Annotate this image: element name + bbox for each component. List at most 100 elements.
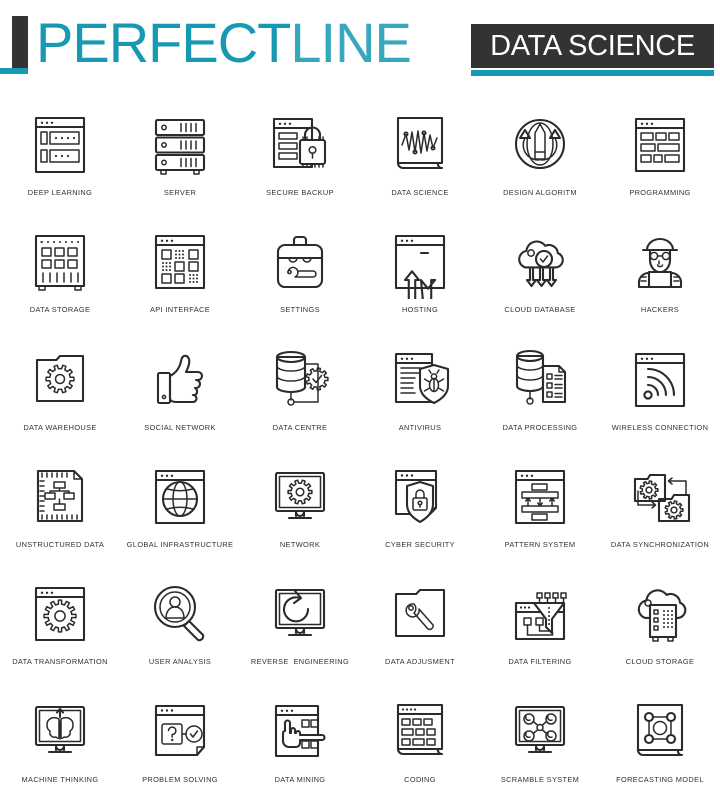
icon-label: DATA SYNCHRONIZATION	[610, 540, 710, 549]
browser-blocks-icon[interactable]	[623, 108, 697, 182]
browser-pattern-arrows-icon[interactable]	[503, 460, 577, 534]
icon-label: DATA CENTRE	[272, 422, 328, 432]
waveform-chart-icon[interactable]	[383, 108, 457, 182]
icon-cell[interactable]: DATA WAREHOUSE	[0, 331, 120, 448]
icon-cell[interactable]: PROGRAMMING	[600, 96, 720, 213]
monitor-brain-icon[interactable]	[23, 695, 97, 769]
icon-cell[interactable]: CODING	[360, 683, 480, 800]
icon-cell[interactable]: WIRELESS CONNECTION	[600, 331, 720, 448]
toolbox-wrench-icon[interactable]	[263, 225, 337, 299]
icon-label: DATA TRANSFORMATION	[12, 657, 108, 667]
document-shield-bug-icon[interactable]	[383, 343, 457, 417]
icon-label: SOCIAL NETWORK	[144, 422, 216, 432]
document-padlock-icon[interactable]	[263, 108, 337, 182]
brand-secondary: LINE	[290, 11, 411, 74]
thumbs-up-icon[interactable]	[143, 343, 217, 417]
page-header: PERFECTLINE DATA SCIENCE	[0, 0, 720, 92]
cloud-server-icon[interactable]	[623, 577, 697, 651]
icon-label: USER ANALYSIS	[148, 657, 212, 667]
icon-cell[interactable]: HOSTING	[360, 213, 480, 330]
cloud-check-download-icon[interactable]	[503, 225, 577, 299]
browser-hand-icon[interactable]	[263, 695, 337, 769]
monitor-gear-icon[interactable]	[263, 460, 337, 534]
icon-cell[interactable]: DATA TRANSFORMATION	[0, 565, 120, 682]
icon-cell[interactable]: SCRAMBLE SYSTEM	[480, 683, 600, 800]
browser-list-icon[interactable]	[23, 108, 97, 182]
monitor-refresh-icon[interactable]	[263, 577, 337, 651]
document-code-blocks-icon[interactable]	[383, 695, 457, 769]
icon-label: DATA MINING	[274, 774, 326, 784]
icon-label: MACHINE THINKING	[21, 774, 99, 784]
browser-question-check-icon[interactable]	[143, 695, 217, 769]
icon-cell[interactable]: SETTINGS	[240, 213, 360, 330]
icon-cell[interactable]: SERVER	[120, 96, 240, 213]
icon-cell[interactable]: UNSTRUCTURED DATA	[0, 448, 120, 565]
icon-label: ANTIVIRUS	[398, 422, 442, 432]
document-flowchart-icon[interactable]	[23, 460, 97, 534]
folder-wrench-icon[interactable]	[383, 577, 457, 651]
browser-up-down-arrows-icon[interactable]	[383, 225, 457, 300]
icon-label: CYBER SECURITY	[385, 540, 455, 549]
icon-label: DATA SCIENCE	[391, 188, 449, 197]
icon-label: PATTERN SYSTEM	[504, 540, 576, 549]
icon-cell[interactable]: SECURE BACKUP	[240, 96, 360, 213]
magnifier-user-icon[interactable]	[143, 577, 217, 651]
icon-cell[interactable]: DATA ADJUSMENT	[360, 565, 480, 682]
icon-cell[interactable]: DEEP LEARNING	[0, 96, 120, 213]
icon-cell[interactable]: USER ANALYSIS	[120, 565, 240, 682]
hacker-laptop-icon[interactable]	[623, 225, 697, 299]
brand-primary: PERFECT	[36, 11, 291, 74]
icon-label: CODING	[404, 774, 436, 784]
pencil-refresh-circle-icon[interactable]	[503, 108, 577, 182]
icon-label: CLOUD STORAGE	[625, 657, 695, 667]
icon-cell[interactable]: DATA SYNCHRONIZATION	[600, 448, 720, 565]
icon-label: DATA FILTERING	[508, 657, 572, 667]
icon-cell[interactable]: DATA CENTRE	[240, 331, 360, 448]
browser-funnel-icon[interactable]	[503, 577, 577, 651]
icon-label: SERVER	[163, 188, 197, 197]
icon-cell[interactable]: DATA PROCESSING	[480, 331, 600, 448]
header-accent-bar	[0, 68, 28, 74]
icon-cell[interactable]: HACKERS	[600, 213, 720, 330]
icon-cell[interactable]: NETWORK	[240, 448, 360, 565]
icon-cell[interactable]: SOCIAL NETWORK	[120, 331, 240, 448]
browser-gear-icon[interactable]	[23, 577, 97, 651]
icon-cell[interactable]: CLOUD DATABASE	[480, 213, 600, 330]
icon-cell[interactable]: GLOBAL INFRASTRUCTURE	[120, 448, 240, 565]
icon-cell[interactable]: DATA SCIENCE	[360, 96, 480, 213]
icon-label: PROGRAMMING	[629, 188, 691, 197]
icon-cell[interactable]: DATA STORAGE	[0, 213, 120, 330]
icon-cell[interactable]: REVERSE ENGINEERING	[240, 565, 360, 682]
icon-cell[interactable]: DATA MINING	[240, 683, 360, 800]
header-dark-bar	[12, 16, 28, 68]
folders-sync-gears-icon[interactable]	[623, 460, 697, 534]
browser-globe-icon[interactable]	[143, 460, 217, 534]
icon-cell[interactable]: API INTERFACE	[120, 213, 240, 330]
icon-cell[interactable]: ANTIVIRUS	[360, 331, 480, 448]
folder-gear-icon[interactable]	[23, 343, 97, 417]
icon-cell[interactable]: CLOUD STORAGE	[600, 565, 720, 682]
brand-title: PERFECTLINE	[36, 11, 412, 74]
icon-cell[interactable]: FORECASTING MODEL	[600, 683, 720, 800]
icon-label: WIRELESS CONNECTION	[611, 422, 709, 432]
document-node-square-icon[interactable]	[623, 695, 697, 769]
icon-cell[interactable]: CYBER SECURITY	[360, 448, 480, 565]
browser-grid-dots-icon[interactable]	[143, 225, 217, 299]
icon-label: REVERSE ENGINEERING	[250, 657, 350, 667]
monitor-nodes-icon[interactable]	[503, 695, 577, 769]
icon-label: PROBLEM SOLVING	[142, 774, 218, 784]
category-badge-accent-bar	[471, 70, 714, 76]
database-document-icon[interactable]	[503, 343, 577, 417]
browser-shield-lock-icon[interactable]	[383, 460, 457, 534]
database-gear-check-icon[interactable]	[263, 343, 337, 417]
server-rack-icon[interactable]	[143, 108, 217, 182]
icon-label: DATA PROCESSING	[502, 422, 578, 432]
icon-cell[interactable]: MACHINE THINKING	[0, 683, 120, 800]
storage-cabinet-icon[interactable]	[23, 225, 97, 299]
icon-cell[interactable]: DATA FILTERING	[480, 565, 600, 682]
icon-cell[interactable]: PATTERN SYSTEM	[480, 448, 600, 565]
icon-label: NETWORK	[279, 540, 321, 549]
icon-cell[interactable]: PROBLEM SOLVING	[120, 683, 240, 800]
icon-cell[interactable]: DESIGN ALGORITM	[480, 96, 600, 213]
browser-wifi-icon[interactable]	[623, 343, 697, 417]
